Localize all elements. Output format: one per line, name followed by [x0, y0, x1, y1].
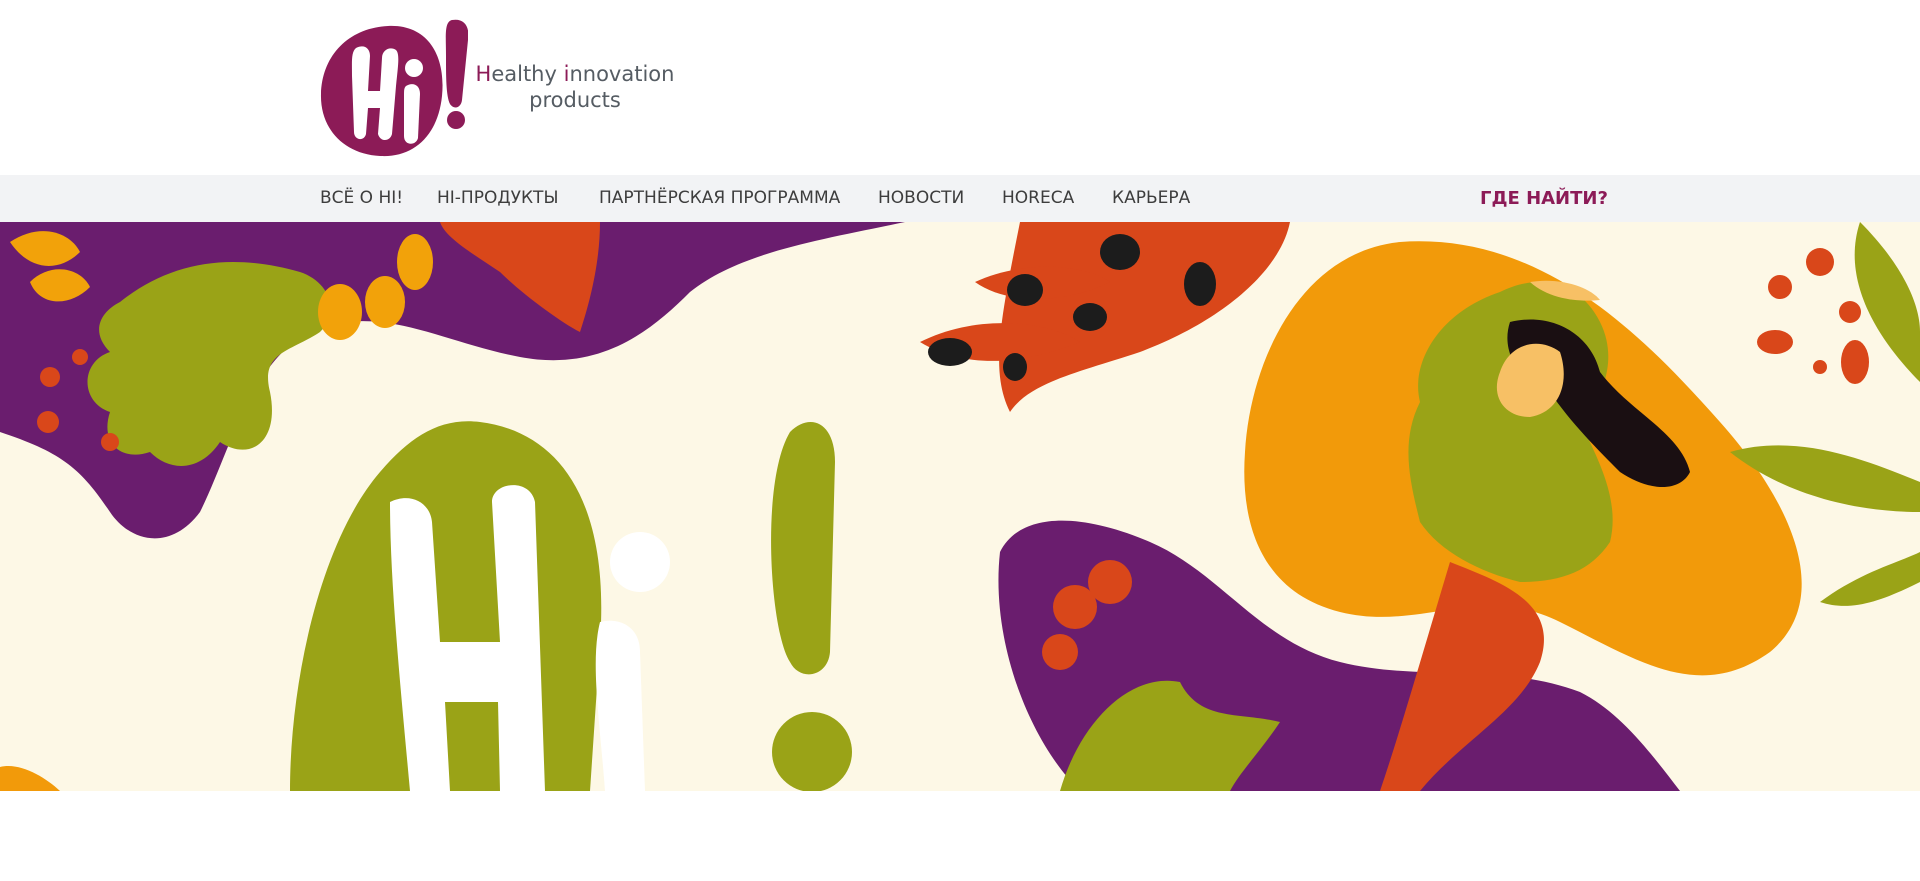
nav-item-about[interactable]: ВСЁ О HI!: [320, 175, 403, 222]
where-to-find-link[interactable]: ГДЕ НАЙТИ?: [1480, 175, 1608, 222]
orange-berry-shape: [318, 284, 362, 340]
tagline-line-1: Healthy innovation: [475, 62, 675, 86]
brand-logo[interactable]: Healthy innovation products: [318, 16, 678, 161]
hi-logo-icon: [320, 19, 468, 157]
hero-illustration: [0, 222, 1920, 791]
nav-item-news[interactable]: НОВОСТИ: [878, 175, 964, 222]
brand-tagline: Healthy innovation products: [470, 61, 680, 113]
main-nav: ВСЁ О HI! HI-ПРОДУКТЫ ПАРТНЁРСКАЯ ПРОГРА…: [0, 175, 1920, 222]
nav-item-career[interactable]: КАРЬЕРА: [1112, 175, 1190, 222]
nav-item-partner-program[interactable]: ПАРТНЁРСКАЯ ПРОГРАММА: [599, 175, 840, 222]
nav-item-horeca[interactable]: HORECA: [1002, 175, 1074, 222]
hero-banner: [0, 222, 1920, 791]
tagline-line-2: products: [529, 88, 621, 112]
orange-berry-shape: [397, 234, 433, 290]
orange-berry-shape: [365, 276, 405, 328]
nav-item-products[interactable]: HI-ПРОДУКТЫ: [437, 175, 558, 222]
site-header: Healthy innovation products: [0, 0, 1920, 175]
